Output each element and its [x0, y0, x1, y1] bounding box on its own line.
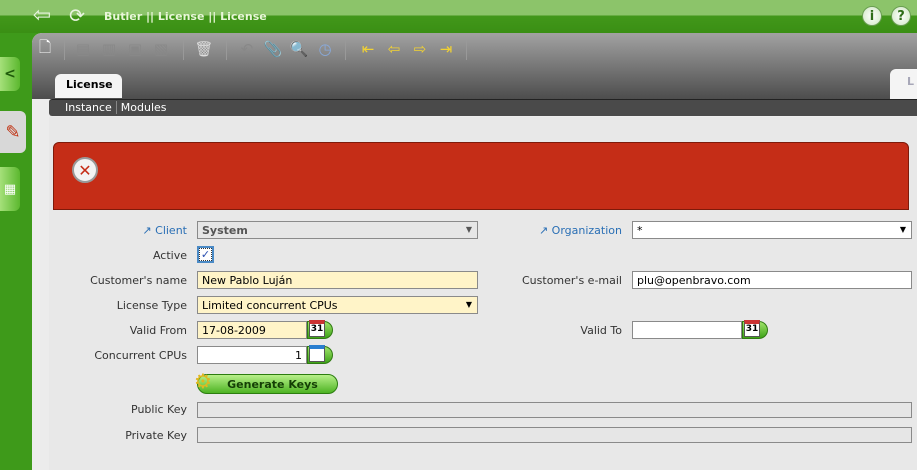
separator [226, 40, 227, 60]
organization-label[interactable]: ↗ Organization [472, 224, 622, 237]
separator [64, 40, 65, 60]
private-key-input[interactable] [197, 427, 912, 443]
last-record-icon[interactable]: ⇥ [435, 38, 457, 60]
customer-name-label: Customer's name [90, 274, 187, 287]
separator [345, 40, 346, 60]
copy-record-icon[interactable]: ▤ [72, 38, 94, 60]
calculator-button[interactable] [307, 345, 333, 364]
tab-license[interactable]: License [55, 74, 122, 98]
generate-keys-button[interactable]: Generate Keys [197, 374, 338, 394]
previous-record-icon[interactable]: ⇦ [383, 38, 405, 60]
error-message-box: ✕ [53, 142, 909, 210]
customer-email-label: Customer's e-mail [522, 274, 622, 287]
title-bar: ⇦ ⟳ Butler || License || License i ? [0, 0, 917, 33]
attachment-icon[interactable]: 📎 [262, 38, 284, 60]
valid-to-input[interactable] [632, 321, 742, 339]
edit-view-tab[interactable]: ✎ [0, 111, 26, 153]
public-key-label: Public Key [131, 403, 187, 416]
checkmark-icon: ✓ [199, 248, 212, 261]
active-checkbox[interactable]: ✓ [197, 246, 214, 263]
calculator-icon [309, 345, 325, 362]
customer-email-input[interactable]: plu@openbravo.com [632, 271, 912, 289]
license-type-label: License Type [116, 299, 187, 312]
public-key-input[interactable] [197, 402, 912, 418]
error-icon: ✕ [72, 157, 98, 183]
back-arrow-icon[interactable]: ⇦ [30, 5, 54, 27]
valid-from-input[interactable]: 17-08-2009 [197, 321, 307, 339]
window-title: Butler || License || License [104, 10, 267, 23]
concurrent-cpus-input[interactable]: 1 [197, 346, 307, 364]
valid-from-calendar-button[interactable]: 31 [307, 320, 333, 339]
gears-icon: ⚙ [194, 369, 212, 393]
save-icon[interactable]: ▣ [124, 38, 146, 60]
grid-icon: ▦ [3, 181, 17, 197]
separator [466, 40, 467, 60]
private-key-label: Private Key [125, 429, 187, 442]
organization-select[interactable]: * [632, 221, 912, 239]
left-strip: < ✎ ▦ [0, 33, 32, 470]
subtab-modules[interactable]: Modules [115, 101, 171, 114]
separator [183, 40, 184, 60]
help-icon[interactable]: ? [891, 6, 911, 26]
collapse-menu-button[interactable]: < [0, 57, 20, 91]
pencil-icon: ✎ [5, 121, 21, 143]
calendar-icon: 31 [309, 320, 325, 337]
tab-license-partial[interactable]: L [890, 69, 917, 99]
client-label[interactable]: ↗ Client [37, 224, 187, 237]
save-new-icon[interactable]: ▥ [98, 38, 120, 60]
save-next-icon[interactable]: ▧ [150, 38, 172, 60]
subtab-bar: Instance Modules [49, 99, 917, 116]
valid-to-calendar-button[interactable]: 31 [742, 320, 768, 339]
search-icon[interactable]: 🔍 [288, 38, 310, 60]
first-record-icon[interactable]: ⇤ [357, 38, 379, 60]
client-select[interactable]: System [197, 221, 478, 239]
toolbar: 🗋 ▤ ▥ ▣ ▧ 🗑 ↶ 📎 🔍 ◷ ⇤ ⇦ ⇨ ⇥ License L [32, 33, 917, 99]
next-record-icon[interactable]: ⇨ [409, 38, 431, 60]
audit-icon[interactable]: ◷ [314, 38, 336, 60]
valid-from-label: Valid From [129, 324, 187, 337]
undo-icon[interactable]: ↶ [236, 38, 258, 60]
grid-view-tab[interactable]: ▦ [0, 167, 20, 211]
main-panel: 🗋 ▤ ▥ ▣ ▧ 🗑 ↶ 📎 🔍 ◷ ⇤ ⇦ ⇨ ⇥ License L In… [32, 33, 917, 470]
license-type-select[interactable]: Limited concurrent CPUs [197, 296, 478, 314]
new-record-icon[interactable]: 🗋 [34, 38, 56, 60]
valid-to-label: Valid To [580, 324, 622, 337]
delete-trash-icon[interactable]: 🗑 [193, 38, 215, 60]
info-icon[interactable]: i [862, 6, 882, 26]
customer-name-input[interactable]: New Pablo Luján [197, 271, 478, 289]
subtab-instance[interactable]: Instance [65, 101, 116, 114]
active-label: Active [152, 249, 187, 262]
concurrent-cpus-label: Concurrent CPUs [94, 349, 187, 362]
calendar-icon: 31 [744, 320, 760, 337]
refresh-icon[interactable]: ⟳ [66, 5, 88, 27]
